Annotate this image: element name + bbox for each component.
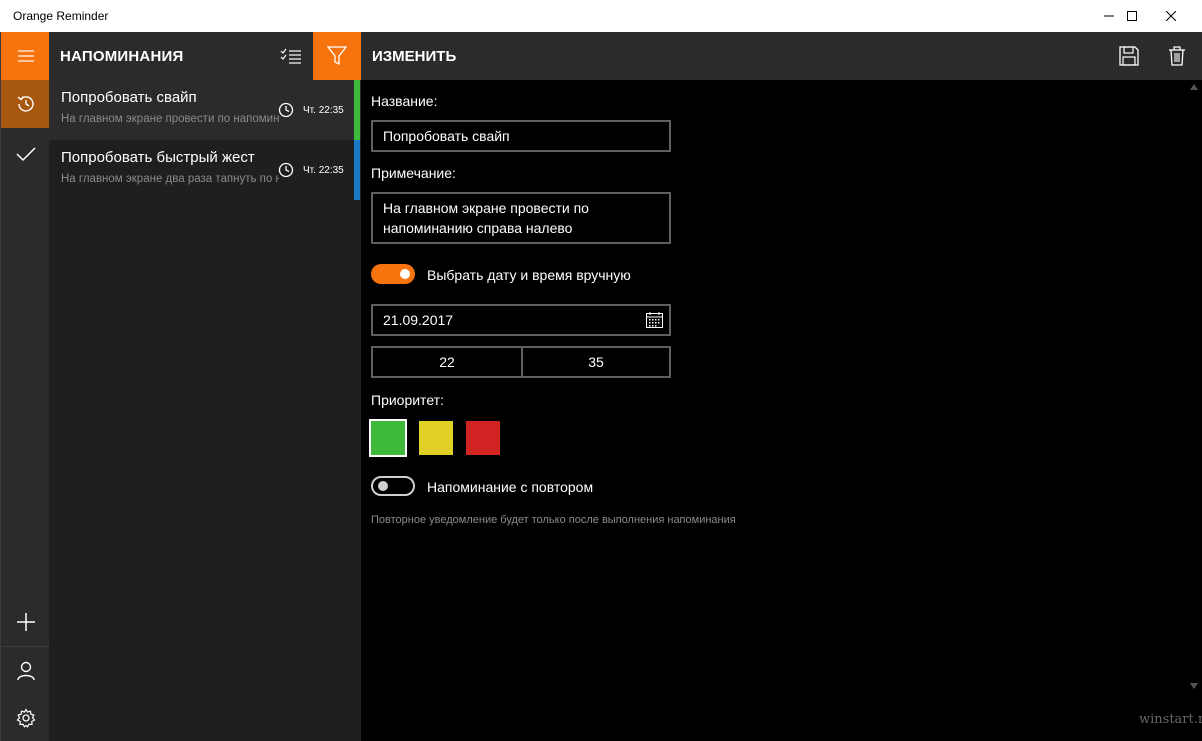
reminders-list-pane: НАПОМИНАНИЯ Попробовать свайп На главном… [49,32,361,741]
repeat-hint: Повторное уведомление будет только после… [371,514,736,526]
manual-datetime-label: Выбрать дату и время вручную [427,267,631,283]
clock-icon [278,162,294,178]
save-button[interactable] [1106,32,1152,80]
priority-red-swatch[interactable] [466,421,500,455]
repeat-label: Напоминание с повтором [427,479,594,495]
filter-icon [327,46,347,66]
delete-icon [1169,46,1185,66]
list-header: НАПОМИНАНИЯ [49,32,361,80]
reminder-title: Попробовать быстрый жест [61,149,255,166]
hamburger-menu-button[interactable] [1,32,50,80]
priority-bar [354,80,360,140]
reminder-note: На главном экране два раза тапнуть по на… [61,173,279,185]
toggle-knob [400,269,410,279]
plus-icon [16,613,35,631]
edit-title: ИЗМЕНИТЬ [372,48,457,65]
save-icon [1119,46,1139,66]
time-picker[interactable]: 22 35 [371,346,671,378]
nav-completed[interactable] [1,130,50,178]
note-line: На главном экране провести по [383,200,589,216]
app-title: Orange Reminder [13,9,109,23]
multi-select-icon [280,48,301,64]
list-item[interactable]: Попробовать свайп На главном экране пров… [49,80,361,140]
checkmark-icon [15,147,36,162]
calendar-icon [646,312,663,328]
priority-bar [354,140,360,200]
reminder-time: Чт. 22:35 [303,105,344,116]
reminder-time: Чт. 22:35 [303,165,344,176]
close-button[interactable] [1148,0,1194,32]
title-bar: Orange Reminder [0,0,1202,32]
account-button[interactable] [1,646,50,694]
note-label: Примечание: [371,165,456,181]
watermark: winstart.ru [1139,712,1202,727]
maximize-icon [1127,11,1137,21]
priority-yellow-swatch[interactable] [419,421,453,455]
settings-button[interactable] [1,694,50,741]
minute-field[interactable]: 35 [523,348,669,376]
reminder-title: Попробовать свайп [61,89,197,106]
scroll-down-icon[interactable] [1190,683,1198,689]
scroll-up-icon[interactable] [1190,84,1198,90]
note-line: напоминанию справа налево [383,220,573,236]
name-label: Название: [371,93,438,109]
list-item[interactable]: Попробовать быстрый жест На главном экра… [49,140,361,200]
date-picker[interactable]: 21.09.2017 [371,304,671,336]
edit-header: ИЗМЕНИТЬ [361,32,1202,80]
nav-active-reminders[interactable] [1,80,50,128]
list-title: НАПОМИНАНИЯ [60,48,184,65]
name-input[interactable]: Попробовать свайп [371,120,671,152]
delete-button[interactable] [1154,32,1200,80]
repeat-toggle[interactable] [371,476,415,496]
toggle-knob [378,481,388,491]
reminder-note: На главном экране провести по напоминани… [61,113,279,125]
multi-select-button[interactable] [269,32,313,80]
nav-rail [0,32,50,741]
manual-datetime-toggle[interactable] [371,264,415,284]
close-icon [1166,11,1176,21]
filter-button[interactable] [313,32,361,80]
date-value: 21.09.2017 [383,312,454,328]
history-icon [17,96,34,112]
clock-icon [278,102,294,118]
user-icon [16,661,35,680]
gear-icon [16,708,35,728]
priority-label: Приоритет: [371,392,444,408]
add-reminder-button[interactable] [1,598,50,646]
note-input[interactable]: На главном экране провести по напоминани… [371,192,671,244]
priority-green-swatch[interactable] [369,419,407,457]
name-value: Попробовать свайп [383,128,510,144]
edit-form: Название: Попробовать свайп Примечание: … [361,80,1202,741]
hour-field[interactable]: 22 [373,348,521,376]
hamburger-menu-icon [17,50,34,62]
